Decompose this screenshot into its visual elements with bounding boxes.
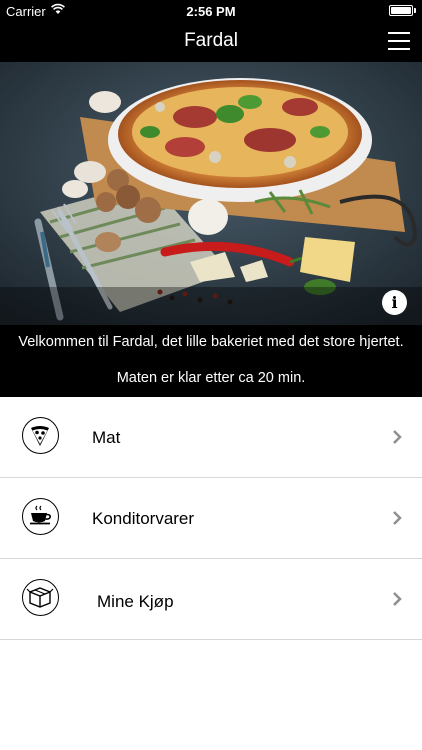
- battery-tip: [414, 8, 416, 13]
- hero-image: i: [0, 62, 422, 325]
- info-icon[interactable]: i: [382, 290, 407, 315]
- pizza-slice-icon: [22, 417, 59, 454]
- menu-item-label: Mine Kjøp: [97, 592, 174, 611]
- page-title: Fardal: [184, 30, 238, 51]
- chevron-right-icon: [393, 430, 402, 444]
- chevron-right-icon: [393, 511, 402, 525]
- menu-item-label: Mat: [92, 428, 121, 447]
- pizza-photo: [0, 62, 422, 325]
- welcome-text: Velkommen til Fardal, det lille bakeriet…: [18, 334, 404, 350]
- status-bar: Carrier 2:56 PM: [0, 0, 422, 22]
- menu-item-label: Konditorvarer: [92, 509, 195, 528]
- menu-item-konditorvarer[interactable]: Konditorvarer: [0, 478, 422, 559]
- menu-item-mine-kjop[interactable]: Mine Kjøp: [0, 559, 422, 640]
- chevron-right-icon: [393, 592, 402, 606]
- menu-item-mat[interactable]: Mat: [0, 397, 422, 478]
- menu-list: Mat Konditorvarer Mine Kjøp: [0, 397, 422, 640]
- status-time: 2:56 PM: [186, 4, 236, 19]
- coffee-cup-icon: [22, 498, 59, 535]
- box-icon: [22, 579, 59, 616]
- hamburger-menu-icon[interactable]: [388, 28, 410, 52]
- ready-time-text: Maten er klar etter ca 20 min.: [116, 370, 306, 386]
- welcome-banner: Velkommen til Fardal, det lille bakeriet…: [0, 325, 422, 397]
- battery-icon: [389, 5, 413, 16]
- navigation-bar: Fardal: [0, 22, 422, 62]
